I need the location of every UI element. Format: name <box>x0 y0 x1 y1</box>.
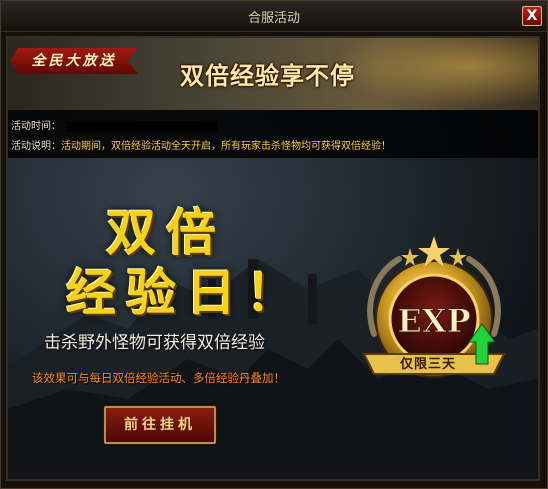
medal-ribbon-label: 仅限三天 <box>400 357 457 372</box>
event-info: 活动时间： 活动说明：活动期间，双倍经验活动全天开启，所有玩家击杀怪物均可获得双… <box>8 110 538 158</box>
event-banner: 全民大放送 双倍经验享不停 <box>8 38 538 110</box>
stack-note: 该效果可与每日双倍经验活动、多倍经验丹叠加！ <box>32 371 285 385</box>
close-button[interactable]: X <box>522 6 542 26</box>
big-title-line2: 经验日！ <box>66 263 306 322</box>
event-time-label: 活动时间： <box>11 121 61 132</box>
window-title: 合服活动 <box>247 11 300 26</box>
go-afk-button[interactable]: 前往挂机 <box>104 406 216 444</box>
medal-exp-text: EXP <box>397 302 470 340</box>
event-desc-label: 活动说明： <box>11 141 61 152</box>
event-desc-text: 活动期间，双倍经验活动全天开启，所有玩家击杀怪物均可获得双倍经验！ <box>61 141 391 152</box>
exp-medal-icon: EXP <box>362 236 506 378</box>
event-window: 合服活动 X 全民大放送 双倍经验享不停 活动时间： 活动说明：活动期间，双倍经… <box>0 0 548 489</box>
event-desc-row: 活动说明：活动期间，双倍经验活动全天开启，所有玩家击杀怪物均可获得双倍经验！ <box>11 137 391 152</box>
redacted-time <box>67 120 217 132</box>
event-time-row: 活动时间： <box>11 117 217 132</box>
event-tag: 全民大放送 <box>10 48 138 74</box>
banner-headline: 双倍经验享不停 <box>180 62 355 90</box>
event-panel: 全民大放送 双倍经验享不停 活动时间： 活动说明：活动期间，双倍经验活动全天开启… <box>6 36 540 481</box>
title-bar: 合服活动 X <box>1 1 547 32</box>
subtitle: 击杀野外怪物可获得双倍经验 <box>44 333 265 353</box>
